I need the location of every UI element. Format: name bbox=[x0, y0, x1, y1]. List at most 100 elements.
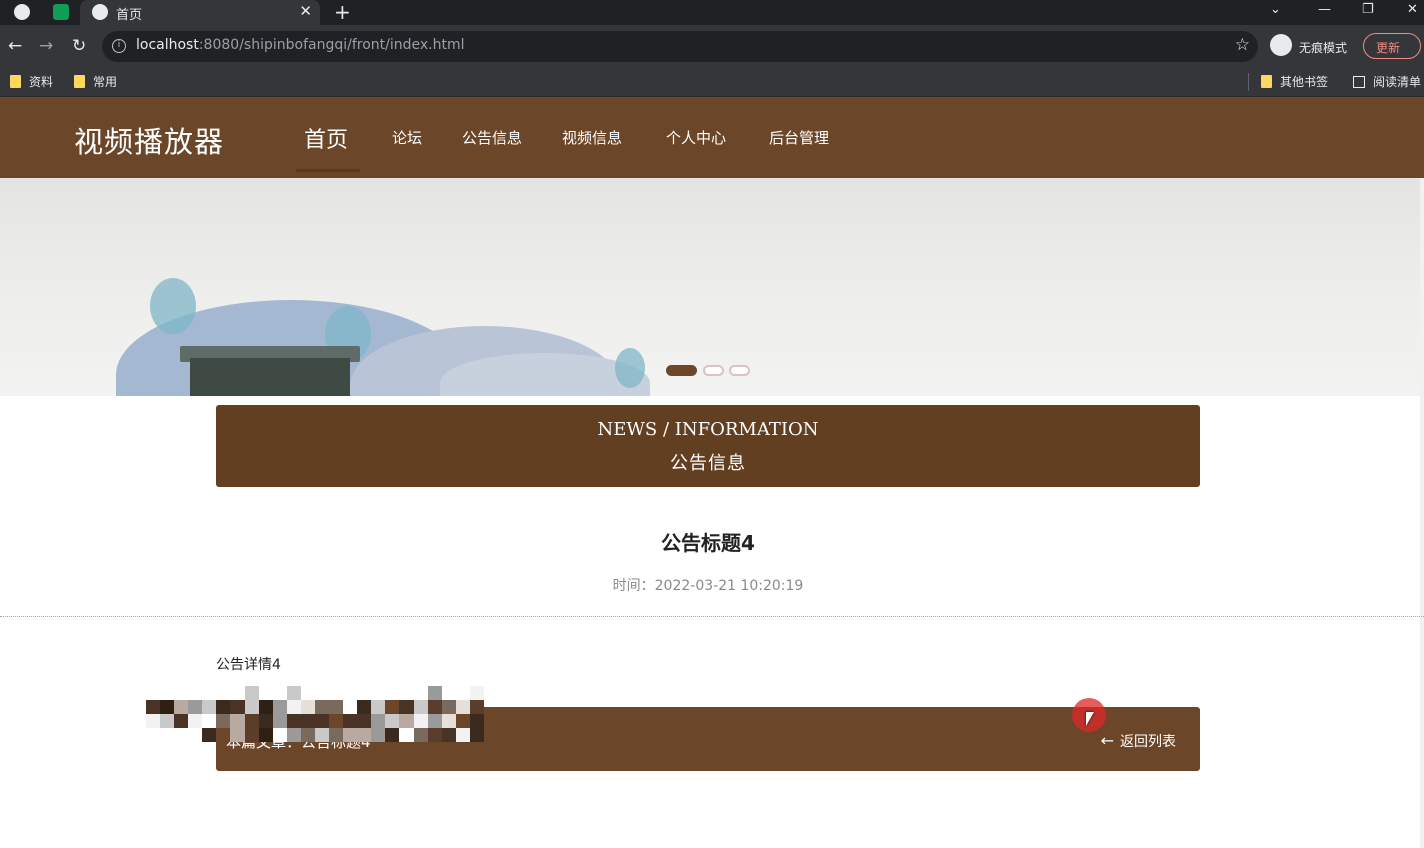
url-input[interactable]: i localhost:8080/shipinbofangqi/front/in… bbox=[102, 31, 1258, 62]
new-tab-button[interactable]: + bbox=[334, 0, 351, 24]
mosaic-block bbox=[441, 728, 456, 742]
banner-tree bbox=[615, 348, 645, 388]
article-title: 公告标题4 bbox=[661, 531, 755, 555]
mosaic-block bbox=[286, 686, 301, 700]
article-time: 时间：2022-03-21 10:20:19 bbox=[612, 578, 804, 594]
banner-house bbox=[190, 358, 350, 396]
mosaic-block bbox=[399, 686, 414, 700]
mosaic-block bbox=[371, 714, 386, 728]
reload-icon[interactable]: ↻ bbox=[72, 36, 86, 56]
mosaic-block bbox=[357, 728, 372, 742]
bookmark-folder[interactable]: 资料 bbox=[10, 73, 53, 90]
address-bar-area: ← → ↻ i localhost:8080/shipinbofangqi/fr… bbox=[0, 25, 1424, 68]
nav-profile[interactable]: 个人中心 bbox=[666, 127, 726, 148]
tab-search-icon[interactable]: ⌄ bbox=[1270, 2, 1281, 17]
mosaic-block bbox=[216, 728, 231, 742]
tab-close-icon[interactable]: ✕ bbox=[299, 2, 312, 20]
globe-icon bbox=[92, 4, 108, 20]
mosaic-block bbox=[202, 700, 217, 714]
bookmark-folder[interactable]: 常用 bbox=[74, 73, 117, 90]
mosaic-block bbox=[357, 714, 372, 728]
mosaic-block bbox=[202, 686, 217, 700]
reading-list-icon bbox=[1353, 76, 1365, 88]
mosaic-block bbox=[455, 686, 470, 700]
mosaic-block bbox=[160, 728, 175, 742]
banner-tree bbox=[150, 278, 196, 334]
minimize-icon[interactable]: — bbox=[1318, 2, 1331, 17]
back-icon[interactable]: ← bbox=[8, 36, 22, 56]
site-logo[interactable]: 视频播放器 bbox=[74, 119, 224, 161]
mosaic-block bbox=[188, 686, 203, 700]
mosaic-block bbox=[174, 700, 189, 714]
mosaic-block bbox=[258, 700, 273, 714]
bookmarks-bar: 资料 常用 其他书签 阅读清单 bbox=[0, 68, 1424, 97]
restore-icon[interactable]: ❐ bbox=[1362, 2, 1374, 17]
url-text: localhost:8080/shipinbofangqi/front/inde… bbox=[136, 37, 465, 53]
page-scrollbar[interactable] bbox=[1420, 178, 1424, 848]
info-icon[interactable]: i bbox=[112, 39, 126, 53]
mosaic-block bbox=[230, 686, 245, 700]
folder-icon bbox=[74, 75, 85, 88]
sheets-icon[interactable] bbox=[53, 4, 69, 20]
carousel-dot-active[interactable] bbox=[666, 365, 697, 376]
globe-icon[interactable] bbox=[14, 4, 30, 20]
mosaic-block bbox=[188, 700, 203, 714]
mosaic-block bbox=[202, 728, 217, 742]
nav-forum[interactable]: 论坛 bbox=[392, 127, 422, 148]
mosaic-block bbox=[329, 686, 344, 700]
mosaic-block bbox=[300, 686, 315, 700]
update-button[interactable]: 更新 bbox=[1363, 33, 1421, 59]
mosaic-block bbox=[216, 700, 231, 714]
mosaic-block bbox=[469, 686, 484, 700]
bookmark-folder[interactable]: 其他书签 bbox=[1261, 73, 1328, 90]
mosaic-block bbox=[300, 714, 315, 728]
mosaic-block bbox=[314, 728, 330, 742]
mosaic-block bbox=[385, 700, 400, 714]
mosaic-block bbox=[413, 700, 428, 714]
mosaic-block bbox=[230, 714, 245, 728]
mosaic-block bbox=[371, 700, 386, 714]
nav-home[interactable]: 首页 bbox=[304, 122, 348, 154]
reading-list[interactable]: 阅读清单 bbox=[1353, 73, 1421, 90]
carousel-dot[interactable] bbox=[703, 365, 724, 376]
close-window-icon[interactable]: ✕ bbox=[1407, 2, 1418, 17]
mosaic-block bbox=[286, 714, 301, 728]
mosaic-block bbox=[441, 714, 456, 728]
incognito-icon[interactable] bbox=[1270, 34, 1292, 56]
mosaic-block bbox=[455, 728, 470, 742]
mosaic-block bbox=[300, 728, 315, 742]
nav-announcements[interactable]: 公告信息 bbox=[462, 127, 522, 148]
mosaic-block bbox=[427, 700, 442, 714]
bookmark-divider bbox=[1248, 73, 1249, 91]
mosaic-block bbox=[385, 714, 400, 728]
mosaic-block bbox=[216, 714, 231, 728]
mosaic-block bbox=[329, 714, 344, 728]
mosaic-block bbox=[329, 728, 344, 742]
carousel-dot[interactable] bbox=[729, 365, 750, 376]
nav-admin[interactable]: 后台管理 bbox=[769, 127, 829, 148]
mosaic-block bbox=[230, 728, 245, 742]
back-to-list-button[interactable]: ← 返回列表 bbox=[1101, 731, 1176, 751]
mosaic-block bbox=[371, 728, 386, 742]
forward-icon[interactable]: → bbox=[39, 36, 53, 56]
article-body: 公告详情4 bbox=[216, 657, 281, 673]
mosaic-block bbox=[244, 686, 259, 700]
bookmark-star-icon[interactable]: ☆ bbox=[1235, 35, 1250, 55]
mosaic-block bbox=[146, 700, 161, 714]
mosaic-block bbox=[441, 700, 456, 714]
mosaic-block bbox=[258, 728, 273, 742]
mosaic-block bbox=[216, 686, 231, 700]
mosaic-block bbox=[160, 700, 175, 714]
mosaic-block bbox=[343, 686, 358, 700]
site-header: 视频播放器 首页 论坛 公告信息 视频信息 个人中心 后台管理 bbox=[0, 97, 1424, 178]
mosaic-block bbox=[455, 700, 470, 714]
mosaic-block bbox=[455, 714, 470, 728]
mosaic-block bbox=[300, 700, 315, 714]
mosaic-block bbox=[188, 728, 203, 742]
browser-tab-active[interactable]: 首页 ✕ bbox=[80, 0, 320, 25]
mosaic-block bbox=[413, 686, 428, 700]
nav-videos[interactable]: 视频信息 bbox=[562, 127, 622, 148]
mouse-cursor-icon bbox=[1086, 712, 1094, 726]
banner-carousel[interactable] bbox=[0, 178, 1424, 396]
section-title-bar: NEWS / INFORMATION 公告信息 bbox=[216, 405, 1200, 487]
